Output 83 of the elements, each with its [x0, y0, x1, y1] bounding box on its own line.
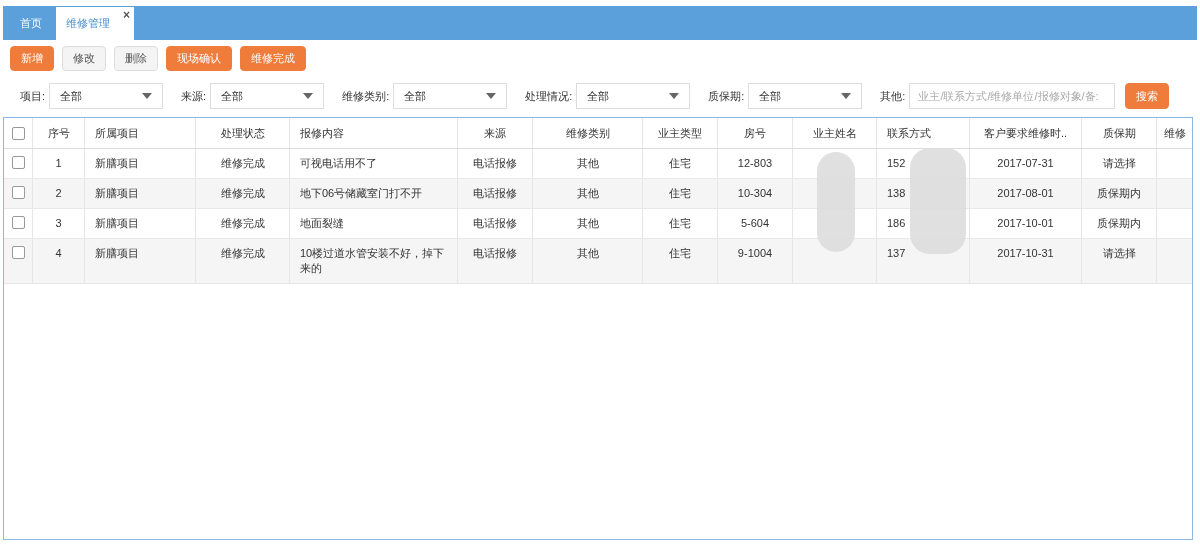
table-cell: 5-604	[740, 216, 770, 231]
table-cell: 电话报修	[473, 156, 517, 171]
filter-label: 其他:	[880, 88, 906, 104]
table-cell-text: 10楼过道水管安装不好，掉下来的	[300, 246, 446, 276]
table-cell: 住宅	[669, 156, 691, 171]
filter-label: 维修类别:	[342, 88, 390, 104]
checkbox[interactable]	[11, 156, 25, 169]
toolbar-button[interactable]: 删除	[114, 46, 158, 71]
filter-dropdown[interactable]: 全部	[210, 83, 325, 109]
column-header[interactable]: 联系方式	[887, 125, 931, 141]
table-cell: 可视电话用不了	[300, 156, 377, 171]
table-cell: 新膳项目	[95, 186, 139, 201]
column-header[interactable]: 客户要求维修时..	[983, 125, 1068, 141]
table-cell: 1	[55, 156, 62, 171]
filter-label: 项目:	[20, 88, 46, 104]
table-cell: 其他	[576, 186, 599, 201]
table-cell: 住宅	[669, 216, 691, 231]
table-cell: 新膳项目	[95, 246, 139, 261]
checkbox[interactable]	[11, 246, 25, 259]
table-cell: 4	[55, 246, 62, 261]
table-cell: 维修完成	[220, 156, 265, 171]
filter-dropdown[interactable]: 全部	[748, 83, 863, 109]
dropdown-caret-icon	[669, 93, 680, 99]
toolbar-button[interactable]: 修改	[62, 46, 106, 71]
table-cell: 维修完成	[220, 246, 265, 261]
table-cell: 186	[887, 216, 906, 231]
column-header[interactable]: 处理状态	[220, 125, 265, 141]
table-cell: 地下06号储藏室门打不开	[300, 186, 423, 201]
table-cell: 维修完成	[220, 216, 265, 231]
table-cell: 其他	[576, 246, 599, 261]
dropdown-caret-icon	[486, 93, 497, 99]
table-cell: 12-803	[737, 156, 773, 171]
filter-dropdown[interactable]: 全部	[393, 83, 508, 109]
filter-label: 质保期:	[708, 88, 745, 104]
filter-label: 处理情况:	[525, 88, 573, 104]
filter-dropdown[interactable]: 全部	[49, 83, 164, 109]
table-cell: 新膳项目	[95, 156, 139, 171]
search-field[interactable]: 业主/联系方式/维修单位/报修对象/备:	[909, 83, 1116, 109]
table-cell: 3	[55, 216, 62, 231]
column-header[interactable]: 序号	[47, 125, 70, 141]
table-cell: 2017-10-31	[997, 246, 1054, 261]
table-cell: 其他	[576, 216, 599, 231]
table-cell: 请选择	[1102, 156, 1136, 171]
table-cell: 2017-10-01	[997, 216, 1054, 231]
table-cell: 质保期内	[1097, 216, 1141, 231]
checkbox[interactable]	[11, 126, 25, 140]
table-cell: 电话报修	[473, 186, 517, 201]
table-cell: 2017-08-01	[997, 186, 1054, 201]
column-header[interactable]: 来源	[484, 125, 506, 141]
column-header[interactable]: 业主姓名	[812, 125, 857, 141]
column-header[interactable]: 业主类型	[658, 125, 702, 141]
table-cell: 电话报修	[473, 246, 517, 261]
column-header[interactable]: 房号	[744, 125, 766, 141]
column-header[interactable]: 报修内容	[300, 125, 344, 141]
dropdown-caret-icon	[303, 93, 314, 99]
table-cell: 住宅	[669, 246, 691, 261]
table-cell: 其他	[576, 156, 599, 171]
column-header[interactable]: 维修类别	[565, 125, 610, 141]
table-cell: 138	[887, 186, 906, 201]
filter-label: 来源:	[181, 88, 207, 104]
table-cell: 地面裂缝	[300, 216, 344, 231]
table-cell: 152	[887, 156, 906, 171]
table-cell: 住宅	[669, 186, 691, 201]
table-cell: 2	[55, 186, 62, 201]
table-cell: 新膳项目	[95, 216, 139, 231]
column-header[interactable]: 所属项目	[95, 125, 139, 141]
table-cell: 2017-07-31	[997, 156, 1054, 171]
table-cell: 137	[887, 246, 906, 261]
table-cell: 9-1004	[737, 246, 773, 261]
column-header[interactable]: 质保期	[1102, 125, 1136, 141]
table-cell: 请选择	[1102, 246, 1136, 261]
checkbox[interactable]	[11, 186, 25, 199]
column-header[interactable]: 维修	[1163, 125, 1186, 141]
filter-dropdown[interactable]: 全部	[576, 83, 691, 109]
dropdown-caret-icon	[142, 93, 153, 99]
tab[interactable]: 维修管理 ×	[56, 7, 134, 40]
table-cell: 质保期内	[1097, 186, 1141, 201]
table-cell: 维修完成	[220, 186, 265, 201]
table-cell: 10-304	[737, 186, 773, 201]
close-icon[interactable]: ×	[123, 8, 130, 22]
checkbox[interactable]	[11, 216, 25, 229]
dropdown-caret-icon	[841, 93, 852, 99]
table-cell: 电话报修	[473, 216, 517, 231]
